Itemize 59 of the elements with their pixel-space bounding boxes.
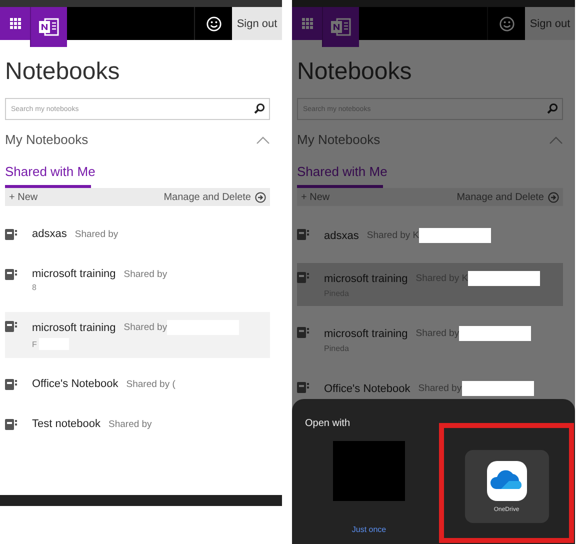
notebook-icon bbox=[297, 327, 309, 338]
notebook-name: adsxas bbox=[32, 228, 67, 240]
notebook-icon bbox=[5, 269, 17, 280]
section-heading: My Notebooks bbox=[5, 132, 88, 147]
shared-by-text: Shared by K bbox=[366, 230, 420, 241]
grid-icon bbox=[302, 18, 312, 29]
grid-icon bbox=[10, 18, 20, 29]
sign-out-button[interactable]: Sign out bbox=[232, 7, 282, 40]
redaction-box bbox=[333, 441, 405, 501]
shared-by-text: Shared by bbox=[108, 418, 152, 430]
notebook-logo-icon bbox=[331, 18, 351, 36]
notebook-name: microsoft training bbox=[32, 322, 116, 334]
notebook-icon bbox=[297, 272, 309, 283]
notebook-row[interactable]: Office's Notebook Shared by ( bbox=[5, 370, 270, 398]
notebook-icon bbox=[5, 379, 17, 390]
search-icon bbox=[254, 103, 265, 114]
page-title: Notebooks bbox=[297, 58, 413, 86]
shared-by-text: Shared by bbox=[416, 328, 460, 339]
app-launcher-button[interactable] bbox=[0, 7, 30, 40]
cloud-icon bbox=[486, 460, 526, 500]
shared-by-text: Shared by bbox=[418, 383, 462, 394]
collapse-chevron-icon[interactable] bbox=[256, 136, 270, 144]
notebook-name: Test notebook bbox=[32, 418, 100, 430]
notebook-name: microsoft training bbox=[324, 328, 408, 340]
notebook-name: microsoft training bbox=[324, 272, 408, 284]
shared-by-text: Shared by bbox=[124, 322, 168, 333]
notebook-icon bbox=[5, 229, 17, 240]
smiley-icon bbox=[206, 16, 222, 32]
notebook-row[interactable]: microsoft training Shared by F bbox=[5, 312, 270, 358]
notebook-icon bbox=[297, 382, 309, 393]
page-title: Notebooks bbox=[5, 58, 121, 86]
notebook-icon bbox=[5, 321, 17, 332]
shared-by-text: Shared by ( bbox=[126, 378, 176, 390]
just-once-button[interactable]: Just once bbox=[352, 525, 386, 534]
notebook-name: microsoft training bbox=[32, 268, 116, 280]
owner-name: 8 bbox=[32, 283, 36, 292]
sign-out-button[interactable]: Sign out bbox=[525, 7, 575, 40]
notebook-icon bbox=[5, 419, 17, 430]
app-logo[interactable] bbox=[30, 7, 67, 47]
notebook-name: adsxas bbox=[324, 230, 359, 242]
sheet-title: Open with bbox=[305, 418, 350, 429]
owner-name: F bbox=[32, 340, 37, 348]
smiley-icon bbox=[498, 16, 514, 32]
search-icon bbox=[547, 103, 558, 114]
notebook-name: Office's Notebook bbox=[32, 378, 118, 390]
notebook-row[interactable]: adsxas Shared by K bbox=[297, 220, 563, 251]
app-launcher-button[interactable] bbox=[292, 7, 322, 40]
notebook-row[interactable]: microsoft training Shared by 8 bbox=[5, 260, 270, 300]
new-button[interactable]: + New bbox=[9, 192, 164, 202]
section-heading: My Notebooks bbox=[297, 132, 380, 147]
manage-and-delete-link[interactable]: Manage and Delete bbox=[164, 192, 251, 202]
notebook-row[interactable]: adsxas Shared by bbox=[5, 220, 270, 248]
notebook-logo-icon bbox=[39, 18, 59, 36]
notebook-icon bbox=[297, 229, 309, 240]
notebook-name: Office's Notebook bbox=[324, 382, 410, 394]
arrow-circle-icon[interactable] bbox=[255, 192, 266, 202]
shared-by-text: Shared by bbox=[124, 268, 168, 280]
shared-by-text: Shared by bbox=[74, 228, 118, 240]
notebook-row[interactable]: Test notebook Shared by bbox=[5, 410, 270, 438]
